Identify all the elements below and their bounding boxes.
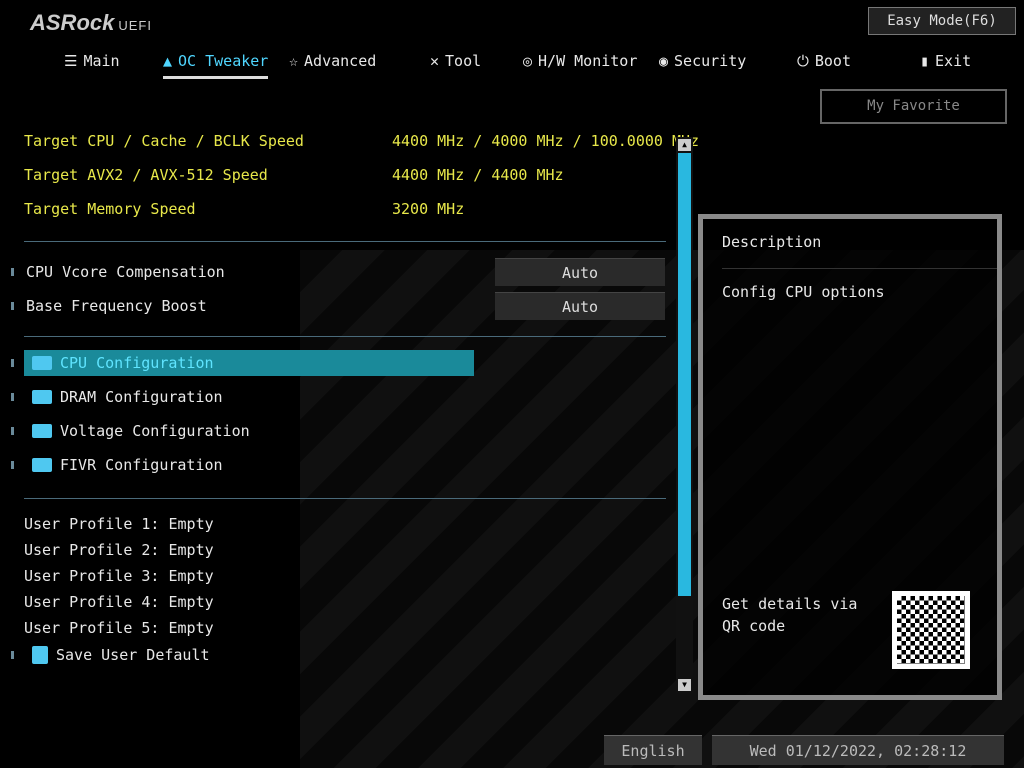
scrollbar[interactable]: ▲ ▼: [676, 137, 693, 693]
scroll-up-icon[interactable]: ▲: [678, 139, 691, 151]
easy-mode-button[interactable]: Easy Mode(F6): [868, 7, 1016, 35]
tab-label: Exit: [935, 52, 972, 70]
user-profile-1[interactable]: User Profile 1: Empty: [24, 511, 214, 537]
cpu-vcore-compensation-label: CPU Vcore Compensation: [26, 263, 225, 281]
submenu-label: Voltage Configuration: [60, 422, 250, 440]
cpu-vcore-compensation-select[interactable]: Auto: [495, 258, 665, 286]
description-title: Description: [722, 233, 997, 269]
save-icon: [32, 646, 48, 664]
star-icon: ☆: [289, 52, 299, 70]
main-nav: ☰ Main ▲ OC Tweaker ☆ Advanced ✕ Tool ◎ H/W M…: [0, 50, 1024, 80]
tab-label: OC Tweaker: [178, 52, 269, 70]
divider: [24, 241, 666, 242]
item-marker: [11, 461, 14, 469]
user-profile-2[interactable]: User Profile 2: Empty: [24, 537, 214, 563]
target-cpu-row: Target CPU / Cache / BCLK Speed 4400 MHz …: [24, 128, 699, 154]
row-label: Target CPU / Cache / BCLK Speed: [24, 132, 304, 150]
row-value: 4400 MHz / 4000 MHz / 100.0000 MHz: [392, 132, 700, 150]
tools-icon: ✕: [430, 52, 440, 70]
scroll-down-icon[interactable]: ▼: [678, 679, 691, 691]
folder-icon: [32, 424, 52, 438]
user-profile-5[interactable]: User Profile 5: Empty: [24, 615, 214, 641]
list-icon: ☰: [64, 52, 78, 70]
item-marker: [11, 268, 14, 276]
tab-tool[interactable]: ✕ Tool: [430, 50, 481, 80]
target-avx-row: Target AVX2 / AVX-512 Speed 4400 MHz / 44…: [24, 162, 564, 188]
rocket-icon: ▲: [163, 52, 173, 70]
submenu-voltage-configuration[interactable]: Voltage Configuration: [24, 418, 250, 444]
asrock-logo: ASRock UEFI: [30, 10, 152, 36]
submenu-label: CPU Configuration: [60, 354, 214, 372]
base-frequency-boost-select[interactable]: Auto: [495, 292, 665, 320]
item-marker: [11, 302, 14, 310]
tab-label: Boot: [814, 52, 851, 70]
description-panel: Description Config CPU options Get detai…: [698, 214, 1002, 700]
item-marker: [11, 393, 14, 401]
tab-label: Tool: [445, 52, 482, 70]
row-value: 4400 MHz / 4400 MHz: [392, 166, 564, 184]
folder-icon: [32, 458, 52, 472]
logo-text: ASRock: [30, 10, 115, 35]
tab-advanced[interactable]: ☆ Advanced: [289, 50, 376, 80]
tab-label: H/W Monitor: [538, 52, 638, 70]
user-profile-3[interactable]: User Profile 3: Empty: [24, 563, 214, 589]
tab-security[interactable]: ◉ Security: [659, 50, 746, 80]
settings-panel: Target CPU / Cache / BCLK Speed 4400 MHz …: [0, 125, 699, 695]
submenu-dram-configuration[interactable]: DRAM Configuration: [24, 384, 223, 410]
divider: [24, 336, 666, 337]
tab-label: Advanced: [304, 52, 377, 70]
description-text: Config CPU options: [722, 283, 885, 301]
tab-main[interactable]: ☰ Main: [64, 50, 120, 80]
submenu-fivr-configuration[interactable]: FIVR Configuration: [24, 452, 223, 478]
base-frequency-boost-label: Base Frequency Boost: [26, 297, 207, 315]
tab-exit[interactable]: ▮ Exit: [920, 50, 971, 80]
user-profile-4[interactable]: User Profile 4: Empty: [24, 589, 214, 615]
power-icon: ⏻: [797, 52, 809, 70]
qr-caption: Get details via QR code: [722, 595, 858, 635]
save-default-label: Save User Default: [56, 646, 210, 664]
item-marker: [11, 651, 14, 659]
tab-label: Security: [674, 52, 747, 70]
shield-icon: ◉: [659, 52, 669, 70]
submenu-label: DRAM Configuration: [60, 388, 223, 406]
monitor-icon: ◎: [523, 52, 533, 70]
submenu-cpu-configuration[interactable]: CPU Configuration: [24, 350, 474, 376]
row-label: Target AVX2 / AVX-512 Speed: [24, 166, 268, 184]
logo-sub: UEFI: [118, 18, 152, 33]
my-favorite-button[interactable]: My Favorite: [820, 89, 1007, 124]
row-value: 3200 MHz: [392, 200, 465, 218]
qr-code-icon: [892, 591, 970, 669]
item-marker: [11, 427, 14, 435]
target-memory-row: Target Memory Speed 3200 MHz: [24, 196, 464, 222]
save-user-default[interactable]: Save User Default: [24, 642, 210, 668]
language-button[interactable]: English: [604, 735, 702, 765]
row-label: Target Memory Speed: [24, 200, 196, 218]
folder-icon: [32, 356, 52, 370]
tab-oc-tweaker[interactable]: ▲ OC Tweaker: [163, 50, 269, 80]
folder-icon: [32, 390, 52, 404]
tab-boot[interactable]: ⏻ Boot: [797, 50, 851, 80]
scrollbar-thumb[interactable]: [678, 153, 691, 596]
tab-hw-monitor[interactable]: ◎ H/W Monitor: [523, 50, 637, 80]
submenu-label: FIVR Configuration: [60, 456, 223, 474]
exit-icon: ▮: [920, 52, 930, 70]
item-marker: [11, 359, 14, 367]
datetime-display: Wed 01/12/2022, 02:28:12: [712, 735, 1004, 765]
tab-label: Main: [83, 52, 120, 70]
divider: [24, 498, 666, 499]
